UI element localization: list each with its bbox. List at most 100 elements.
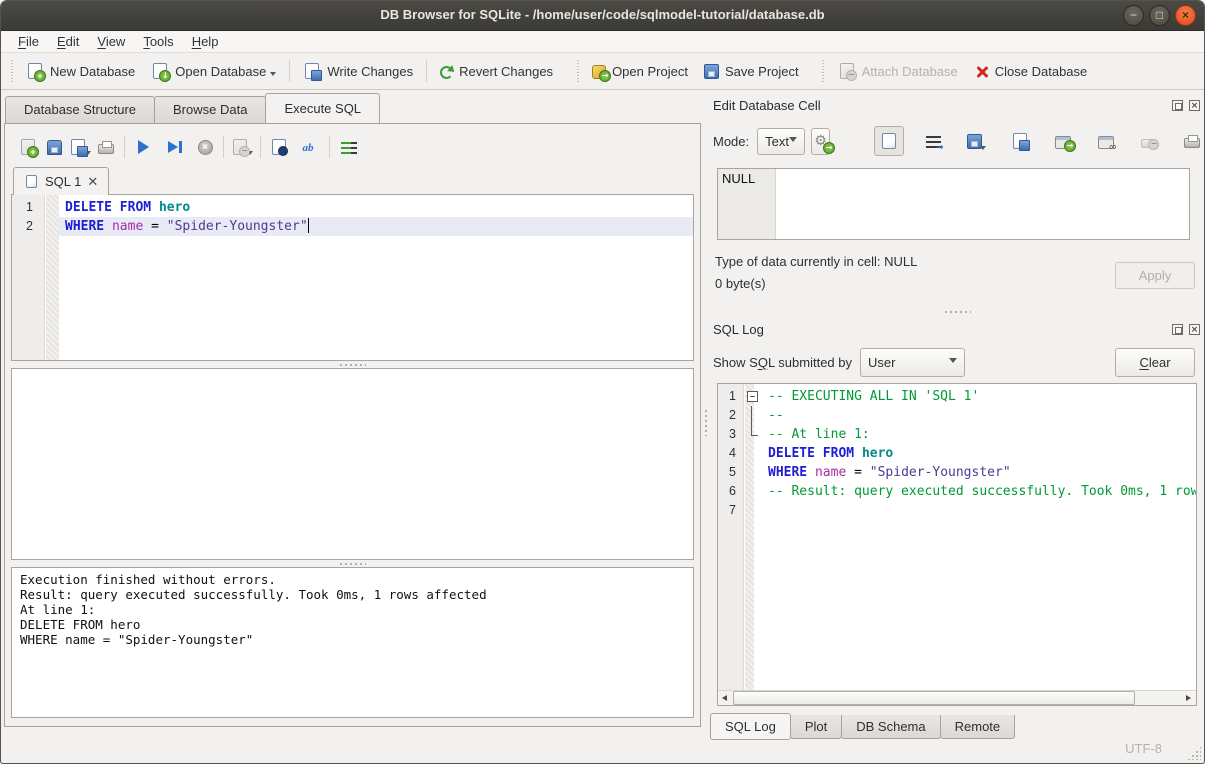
sql-log-dock-header: SQL Log: [710, 318, 1205, 340]
right-panel: Edit Database Cell Mode: Text: [710, 90, 1205, 733]
menu-tools[interactable]: Tools: [134, 32, 182, 51]
sql-tab-close-icon[interactable]: ✕: [87, 174, 98, 190]
set-null-button[interactable]: [1136, 128, 1162, 154]
minimize-button[interactable]: −: [1123, 5, 1144, 26]
auto-switch-mode-button[interactable]: [811, 128, 830, 155]
toolbar-grip[interactable]: [9, 60, 14, 82]
print-icon: [98, 144, 114, 154]
mode-combobox[interactable]: Text: [757, 128, 805, 155]
attach-database-icon: [840, 63, 854, 79]
code-line: 6-- Result: query executed successfully.…: [718, 482, 1196, 501]
execute-line-button[interactable]: [162, 134, 188, 160]
new-database-button[interactable]: New Database: [18, 58, 143, 84]
tab-database-structure[interactable]: Database Structure: [5, 96, 155, 123]
save-project-button[interactable]: Save Project: [696, 58, 807, 84]
log-horizontal-scrollbar[interactable]: [718, 690, 1196, 705]
submitter-value: User: [868, 355, 895, 370]
tab-execute-sql[interactable]: Execute SQL: [265, 93, 380, 123]
main-tabbar: Database Structure Browse Data Execute S…: [5, 94, 704, 123]
clear-log-button[interactable]: Clear: [1115, 348, 1195, 377]
save-results-button[interactable]: [229, 134, 255, 160]
open-sql-file-button[interactable]: [41, 134, 67, 160]
sql-file-tab[interactable]: SQL 1 ✕: [13, 167, 109, 195]
open-database-icon: [153, 63, 167, 79]
open-project-icon: [592, 65, 606, 79]
save-sql-file-button[interactable]: [67, 134, 93, 160]
save-project-icon: [704, 64, 719, 79]
open-database-button[interactable]: Open Database: [143, 58, 284, 84]
scroll-left-button[interactable]: [718, 691, 733, 705]
tab-sql-log[interactable]: SQL Log: [710, 713, 791, 740]
toolbar-grip[interactable]: [821, 60, 826, 82]
sql-log-close-icon[interactable]: [1189, 324, 1200, 335]
text-mode-button[interactable]: [874, 126, 904, 156]
execute-sql-page: SQL 1 ✕ 1DELETE FROM hero2WHERE name = "…: [4, 123, 701, 727]
code-line: 3-- At line 1:: [718, 425, 1196, 444]
menu-edit[interactable]: Edit: [48, 32, 88, 51]
edit-cell-dock-header: Edit Database Cell: [710, 94, 1205, 116]
sql-file-icon: [26, 175, 37, 188]
open-project-button[interactable]: Open Project: [584, 59, 696, 84]
open-sql-tab-icon: [21, 139, 35, 155]
sql-log-float-icon[interactable]: [1172, 324, 1183, 335]
titlebar[interactable]: DB Browser for SQLite - /home/user/code/…: [1, 1, 1204, 31]
revert-changes-icon: [440, 66, 453, 79]
edit-cell-close-icon[interactable]: [1189, 100, 1200, 111]
open-external-button[interactable]: [1050, 128, 1076, 154]
main-area: Database Structure Browse Data Execute S…: [1, 90, 1204, 733]
main-toolbar: New Database Open Database Write Changes…: [1, 53, 1204, 90]
sql-file-tab-label: SQL 1: [45, 174, 81, 189]
close-button[interactable]: ×: [1175, 5, 1196, 26]
scroll-thumb[interactable]: [733, 691, 1135, 705]
cell-value-editor[interactable]: NULL: [717, 168, 1190, 240]
revert-changes-button[interactable]: Revert Changes: [432, 59, 561, 84]
gear-icon: [812, 133, 829, 150]
close-icon: ×: [1182, 8, 1189, 22]
maximize-button[interactable]: □: [1149, 5, 1170, 26]
results-grid[interactable]: [11, 368, 694, 560]
import-data-button[interactable]: [964, 128, 990, 154]
edit-cell-float-icon[interactable]: [1172, 100, 1183, 111]
tab-browse-data[interactable]: Browse Data: [154, 96, 266, 123]
word-wrap-button[interactable]: [921, 128, 947, 154]
right-docks-splitter[interactable]: [710, 308, 1205, 316]
menu-help[interactable]: Help: [183, 32, 228, 51]
print-cell-button[interactable]: [1179, 128, 1205, 154]
execution-output-text: Execution finished without errors. Resul…: [20, 572, 487, 647]
code-line: 5WHERE name = "Spider-Youngster": [718, 463, 1196, 482]
toolbar-grip[interactable]: [575, 60, 580, 82]
export-data-button[interactable]: [1007, 128, 1033, 154]
execution-output[interactable]: Execution finished without errors. Resul…: [11, 567, 694, 718]
sql-editor[interactable]: 1DELETE FROM hero2WHERE name = "Spider-Y…: [11, 194, 694, 361]
apply-button[interactable]: Apply: [1115, 262, 1195, 289]
find-button[interactable]: [266, 134, 292, 160]
sql-log-title: SQL Log: [713, 322, 1166, 337]
attach-database-button[interactable]: Attach Database: [830, 58, 966, 84]
print-sql-button[interactable]: [93, 134, 119, 160]
export-data-icon: [1013, 133, 1027, 149]
execute-all-button[interactable]: [130, 134, 156, 160]
submitter-combobox[interactable]: User: [860, 348, 965, 377]
close-database-button[interactable]: Close Database: [966, 59, 1096, 84]
encoding-indicator[interactable]: UTF-8: [1125, 741, 1162, 756]
write-changes-button[interactable]: Write Changes: [295, 58, 421, 84]
menu-file[interactable]: File: [9, 32, 48, 51]
find-replace-button[interactable]: [298, 134, 324, 160]
code-line: 1-- EXECUTING ALL IN 'SQL 1': [718, 387, 1196, 406]
menu-view[interactable]: View: [88, 32, 134, 51]
sql-log-view[interactable]: 1-- EXECUTING ALL IN 'SQL 1'2--3-- At li…: [717, 383, 1197, 706]
stop-button[interactable]: [192, 134, 218, 160]
copy-link-icon: [1098, 136, 1114, 149]
find-replace-icon: [303, 139, 320, 156]
format-sql-icon: [341, 142, 356, 155]
scroll-right-button[interactable]: [1181, 691, 1196, 705]
write-changes-icon: [305, 63, 319, 79]
copy-link-button[interactable]: [1093, 128, 1119, 154]
text-mode-icon: [882, 133, 896, 149]
minimize-icon: −: [1130, 8, 1137, 22]
cell-mode-row: Mode: Text: [713, 124, 1204, 158]
resize-grip[interactable]: [1187, 746, 1201, 760]
format-sql-button[interactable]: [335, 134, 361, 160]
import-data-icon: [967, 134, 982, 149]
open-sql-tab-button[interactable]: [15, 134, 41, 160]
